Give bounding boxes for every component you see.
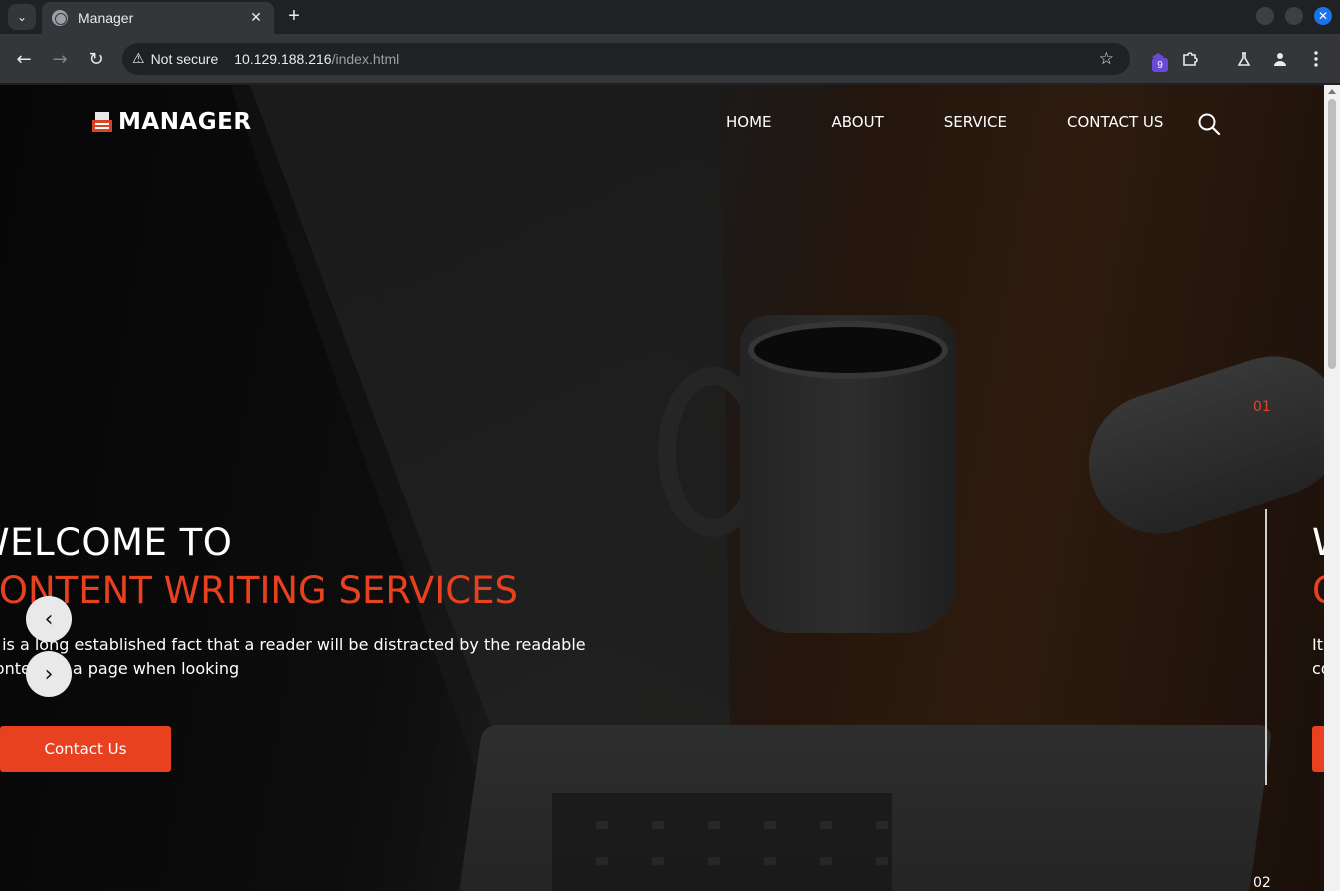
site-logo[interactable]: MANAGER bbox=[92, 109, 252, 135]
tab-title: Manager bbox=[78, 10, 134, 26]
warning-icon: ⚠ bbox=[132, 51, 145, 67]
nav-service-link[interactable]: SERVICE bbox=[944, 113, 1007, 131]
hero-description: It is a long established fact that a rea… bbox=[0, 633, 586, 681]
window-minimize-button[interactable] bbox=[1256, 7, 1274, 25]
hero-dark-overlay bbox=[0, 85, 1324, 891]
profile-icon[interactable] bbox=[1268, 47, 1292, 71]
scrollbar-thumb[interactable] bbox=[1328, 99, 1336, 369]
slide-number-next[interactable]: 02 bbox=[1253, 875, 1271, 891]
star-icon[interactable]: ☆ bbox=[1099, 49, 1114, 69]
hero-description-line1: It is a long established fact that a rea… bbox=[0, 635, 586, 654]
window-maximize-button[interactable] bbox=[1285, 7, 1303, 25]
page-scrollbar[interactable] bbox=[1324, 85, 1340, 891]
chevron-right-icon[interactable]: › bbox=[26, 651, 72, 697]
new-tab-button[interactable]: + bbox=[282, 4, 306, 28]
forward-icon[interactable]: → bbox=[48, 47, 72, 71]
url-host: 10.129.188.216 bbox=[234, 51, 332, 67]
logo-text: MANAGER bbox=[118, 109, 252, 135]
extension-badge-count: 9 bbox=[1152, 58, 1168, 72]
window-close-button[interactable]: ✕ bbox=[1314, 7, 1332, 25]
tab-search-chevron-icon[interactable]: ⌄ bbox=[8, 4, 36, 30]
close-icon[interactable]: ✕ bbox=[246, 10, 266, 26]
nav-about-link[interactable]: ABOUT bbox=[832, 113, 884, 131]
web-page: MANAGER HOME ABOUT SERVICE CONTACT US WE… bbox=[0, 85, 1324, 891]
globe-icon bbox=[52, 10, 68, 26]
next-slide-title-line1: W bbox=[1312, 521, 1324, 564]
search-icon[interactable] bbox=[1197, 112, 1221, 136]
next-slide-text-line2: co bbox=[1312, 659, 1324, 678]
menu-kebab-icon[interactable] bbox=[1304, 47, 1328, 71]
next-slide-title-line2: C bbox=[1312, 569, 1324, 612]
chevron-left-icon[interactable]: ‹ bbox=[26, 596, 72, 642]
slide-progress-line bbox=[1265, 509, 1267, 785]
printer-logo-icon bbox=[92, 112, 112, 132]
next-slide-button[interactable] bbox=[1312, 726, 1324, 772]
reload-icon[interactable]: ↻ bbox=[84, 47, 108, 71]
url-path: /index.html bbox=[331, 51, 400, 67]
slide-number-current[interactable]: 01 bbox=[1253, 399, 1271, 415]
address-bar[interactable]: ⚠ Not secure 10.129.188.216/index.html ☆ bbox=[122, 43, 1130, 75]
browser-tab-strip: ⌄ Manager ✕ + ✕ bbox=[0, 0, 1340, 34]
hero-title-line2: CONTENT WRITING SERVICES bbox=[0, 569, 518, 612]
browser-toolbar: ← → ↻ ⚠ Not secure 10.129.188.216/index.… bbox=[0, 34, 1340, 103]
next-slide-text-line1: It bbox=[1312, 635, 1323, 654]
hero-description-line2: content of a page when looking bbox=[0, 659, 240, 678]
hero-title-line1: WELCOME TO bbox=[0, 521, 233, 564]
security-label[interactable]: Not secure bbox=[151, 51, 219, 67]
nav-contact-link[interactable]: CONTACT US bbox=[1067, 113, 1163, 131]
contact-us-button[interactable]: Contact Us bbox=[0, 726, 171, 772]
back-icon[interactable]: ← bbox=[12, 47, 36, 71]
puzzle-icon[interactable] bbox=[1178, 47, 1202, 71]
nav-home-link[interactable]: HOME bbox=[726, 113, 772, 131]
main-nav: HOME ABOUT SERVICE CONTACT US bbox=[726, 113, 1163, 131]
browser-tab[interactable]: Manager ✕ bbox=[42, 2, 274, 34]
scroll-up-arrow-icon[interactable] bbox=[1328, 89, 1336, 94]
labs-flask-icon[interactable] bbox=[1232, 47, 1256, 71]
